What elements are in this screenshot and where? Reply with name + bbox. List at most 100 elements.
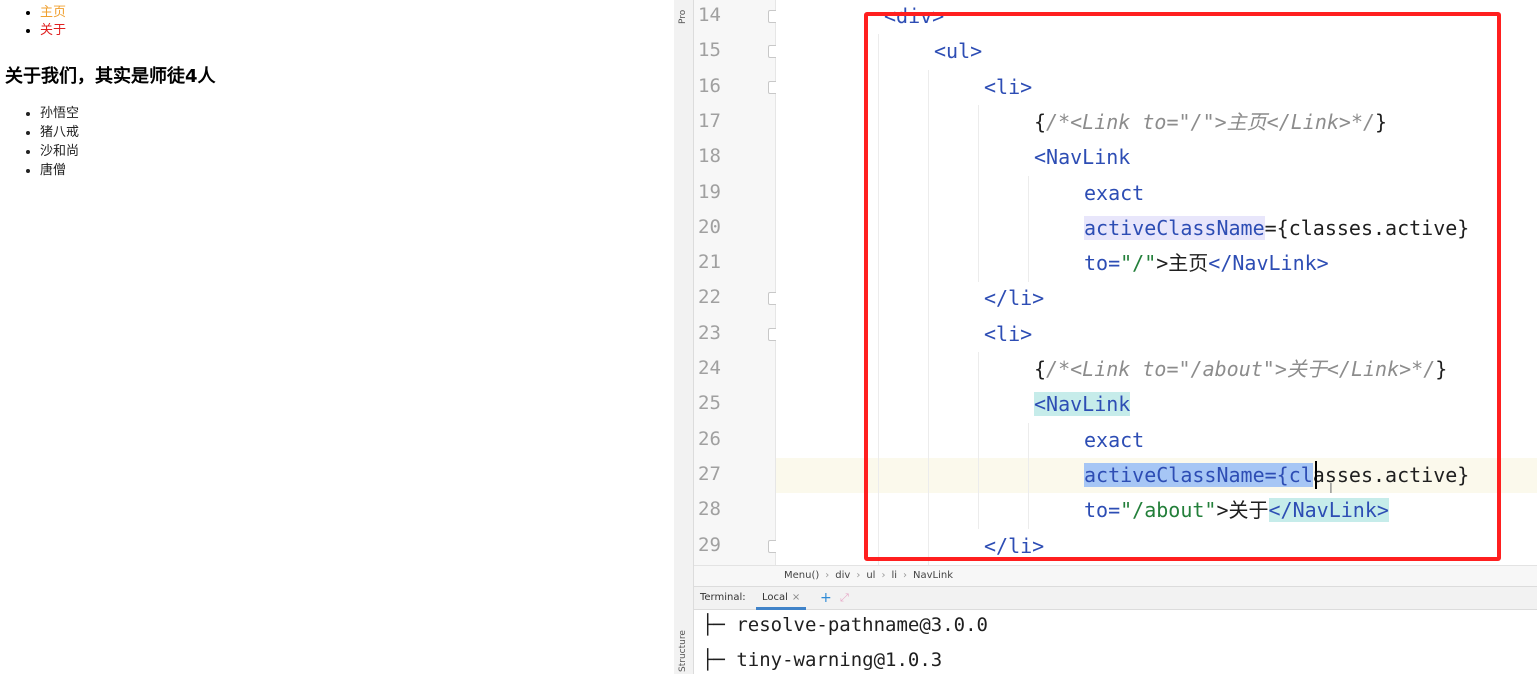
indent-guide: [928, 387, 929, 424]
code-token: <ul>: [934, 39, 983, 64]
code-line[interactable]: activeClassName={classes.active}: [776, 210, 1537, 247]
line-number: 17: [698, 109, 721, 132]
list-item: 孙悟空: [40, 104, 79, 123]
line-number: 15: [698, 39, 721, 62]
code-token: {classes.active}: [1276, 215, 1470, 240]
line-number: 24: [698, 357, 721, 379]
code-line[interactable]: <li>: [776, 69, 1537, 106]
code-token: /*<Link to="/">主页</Link>*/: [1046, 109, 1376, 134]
expand-icon[interactable]: ⤢: [840, 587, 849, 609]
indent-guide: [978, 104, 979, 141]
list-item: 猪八戒: [40, 123, 79, 142]
code-token: >主页: [1156, 251, 1209, 276]
breadcrumb-item[interactable]: li: [891, 570, 897, 581]
code-content: <NavLink: [1034, 140, 1130, 175]
breadcrumb-item[interactable]: NavLink: [913, 570, 953, 581]
code-token: asses.active}: [1312, 462, 1470, 487]
code-line[interactable]: <ul>: [776, 34, 1537, 71]
code-token: to=: [1084, 251, 1121, 276]
code-token: </NavLink>: [1268, 498, 1389, 523]
indent-guide: [928, 457, 929, 494]
line-number: 18: [698, 145, 721, 168]
code-line[interactable]: {/*<Link to="/about">关于</Link>*/}: [776, 352, 1537, 388]
indent-guide: [878, 210, 879, 247]
terminal-line: ├─ tiny-warning@1.0.3: [702, 649, 943, 671]
code-line[interactable]: {/*<Link to="/">主页</Link>*/}: [776, 104, 1537, 141]
code-line[interactable]: to="/about">关于</NavLink>: [776, 493, 1537, 530]
indent-guide: [978, 457, 979, 494]
structure-tool-tab[interactable]: Structure: [678, 630, 688, 672]
code-token: to=: [1084, 498, 1121, 523]
chevron-right-icon: ›: [903, 570, 907, 581]
code-line[interactable]: <NavLink: [776, 387, 1537, 424]
indent-guide: [978, 422, 979, 459]
list-item: 唐僧: [40, 161, 79, 180]
indent-guide: [878, 422, 879, 459]
indent-guide: [1028, 246, 1029, 283]
code-token: =: [1264, 215, 1277, 240]
code-line[interactable]: exact: [776, 175, 1537, 212]
nav-link-home[interactable]: 主页: [40, 5, 66, 20]
code-line[interactable]: <NavLink: [776, 140, 1537, 177]
breadcrumb-item[interactable]: ul: [866, 570, 875, 581]
indent-guide: [928, 422, 929, 459]
indent-guide: [928, 528, 929, 565]
list-item: 沙和尚: [40, 142, 79, 161]
indent-guide: [878, 387, 879, 424]
terminal-line: ├─ resolve-pathname@3.0.0: [702, 614, 988, 636]
close-icon[interactable]: ×: [792, 592, 800, 603]
indent-guide: [928, 493, 929, 530]
tool-window-strip: Pro Structure: [674, 0, 694, 674]
indent-guide: [878, 34, 879, 71]
indent-guide: [928, 104, 929, 141]
code-token: activeClassName: [1084, 215, 1265, 240]
code-line[interactable]: <li>: [776, 316, 1537, 353]
line-number: 29: [698, 533, 721, 556]
breadcrumb: Menu() › div › ul › li › NavLink: [694, 565, 1537, 586]
code-content: to="/about">关于</NavLink>: [1084, 493, 1389, 528]
add-terminal-icon[interactable]: +: [820, 587, 832, 609]
code-line[interactable]: exact: [776, 422, 1537, 459]
code-token: exact: [1084, 180, 1145, 205]
indent-guide: [878, 175, 879, 212]
nav-link-about[interactable]: 关于: [40, 23, 66, 38]
code-token: "/": [1120, 251, 1157, 276]
indent-guide: [978, 175, 979, 212]
terminal-output[interactable]: ├─ resolve-pathname@3.0.0 ├─ tiny-warnin…: [694, 610, 1537, 674]
code-editor[interactable]: <div> <ul> <li> {/*<Link to="/">主页</Link>*/…: [776, 0, 1537, 565]
code-token: exact: [1084, 427, 1145, 452]
code-token: >关于: [1216, 498, 1269, 523]
project-tool-tab[interactable]: Pro: [678, 10, 688, 24]
code-token: activeClassName={cl: [1084, 462, 1313, 487]
code-content: {/*<Link to="/">主页</Link>*/}: [1034, 105, 1387, 140]
code-line[interactable]: </li>: [776, 281, 1537, 318]
code-line[interactable]: activeClassName={classes.active}: [776, 457, 1537, 494]
code-line[interactable]: to="/">主页</NavLink>: [776, 246, 1537, 283]
code-token: /*<Link to="/about">关于</Link>*/: [1046, 357, 1436, 381]
indent-guide: [928, 140, 929, 177]
indent-guide: [878, 69, 879, 106]
code-token: }: [1435, 357, 1448, 381]
page-heading: 关于我们，其实是师徒4人: [5, 66, 216, 87]
indent-guide: [928, 175, 929, 212]
code-line[interactable]: </li>: [776, 528, 1537, 565]
chevron-right-icon: ›: [856, 570, 861, 581]
code-token: </li>: [984, 533, 1045, 558]
code-content: <div>: [884, 0, 944, 34]
indent-guide: [978, 210, 979, 247]
terminal-label: Terminal:: [700, 592, 746, 603]
code-content: activeClassName={classes.active}: [1084, 458, 1469, 493]
line-number: 27: [698, 462, 721, 485]
code-content: exact: [1084, 423, 1144, 458]
indent-guide: [1028, 175, 1029, 212]
breadcrumb-item[interactable]: Menu(): [784, 570, 819, 581]
code-line[interactable]: <div>: [776, 0, 1537, 34]
indent-guide: [978, 387, 979, 424]
terminal-tab-local[interactable]: Local ×: [756, 587, 807, 610]
ibeam-cursor-icon: I: [1329, 482, 1333, 497]
indent-guide: [878, 316, 879, 353]
indent-guide: [978, 140, 979, 177]
indent-guide: [1028, 457, 1029, 494]
breadcrumb-item[interactable]: div: [835, 570, 850, 581]
indent-guide: [878, 246, 879, 283]
